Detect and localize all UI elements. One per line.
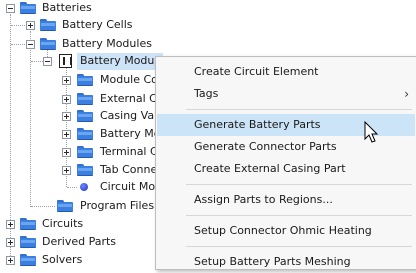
tree-item-label: Tab Conne bbox=[100, 163, 158, 176]
tree-item-module-component[interactable]: Module Co bbox=[0, 71, 158, 89]
menu-item-setup-connector-ohmic-heating[interactable]: Setup Connector Ohmic Heating bbox=[157, 220, 415, 242]
folder-icon bbox=[57, 200, 73, 212]
tree-item-program-files[interactable]: Program Files bbox=[0, 197, 155, 215]
menu-item-create-external-casing-part[interactable]: Create External Casing Part bbox=[157, 158, 415, 180]
circuit-model-icon bbox=[80, 183, 88, 191]
tree-item-label: Battery Mo bbox=[100, 127, 161, 140]
tree-item-battery-module-child[interactable]: Battery Mo bbox=[0, 125, 160, 143]
expand-toggle-icon[interactable] bbox=[62, 130, 71, 139]
tree-item-label: Battery Modul bbox=[80, 54, 158, 67]
tree-guide-line bbox=[31, 206, 55, 207]
expand-toggle-icon[interactable] bbox=[6, 238, 15, 247]
menu-item-label: Create Circuit Element bbox=[194, 65, 319, 78]
expand-toggle-icon[interactable] bbox=[62, 148, 71, 157]
tree-item-label: Batteries bbox=[42, 1, 92, 14]
tree-item-label: Derived Parts bbox=[42, 235, 117, 248]
tree-item-terminal-connector[interactable]: Terminal C bbox=[0, 143, 158, 161]
mouse-cursor-icon bbox=[364, 121, 379, 143]
menu-item-label: Setup Connector Ohmic Heating bbox=[194, 224, 372, 237]
menu-item-label: Assign Parts to Regions... bbox=[194, 193, 333, 206]
menu-separator bbox=[186, 215, 412, 216]
battery-module-icon bbox=[59, 54, 72, 68]
tree-item-label: Battery Cells bbox=[62, 18, 133, 31]
tree-item-battery-modules[interactable]: Battery Modules bbox=[0, 35, 160, 53]
folder-icon bbox=[77, 146, 93, 158]
tree-item-battery-cells[interactable]: Battery Cells bbox=[0, 16, 150, 34]
tree-item-label: Terminal C bbox=[100, 145, 158, 158]
menu-separator bbox=[186, 109, 412, 110]
tree-item-external-casing[interactable]: External Ca bbox=[0, 90, 164, 108]
tree-item-label: Program Files bbox=[80, 199, 155, 212]
menu-item-label: Setup Battery Parts Meshing bbox=[194, 255, 351, 268]
expand-toggle-icon[interactable] bbox=[26, 21, 35, 30]
tree-item-solvers[interactable]: Solvers bbox=[0, 251, 150, 269]
expand-toggle-icon[interactable] bbox=[62, 76, 71, 85]
folder-icon bbox=[77, 93, 93, 105]
tree-guide-line bbox=[67, 187, 77, 188]
menu-item-label: Tags bbox=[194, 87, 219, 100]
collapse-toggle-icon[interactable] bbox=[6, 4, 15, 13]
tree-item-label: Battery Modules bbox=[62, 37, 152, 50]
tree-item-label: Solvers bbox=[42, 253, 83, 266]
tree-item-battery-module[interactable]: Battery Modul bbox=[0, 52, 165, 70]
expand-toggle-icon[interactable] bbox=[6, 220, 15, 229]
folder-icon bbox=[20, 2, 36, 14]
tree-item-tab-connector[interactable]: Tab Conne bbox=[0, 161, 158, 179]
folder-icon bbox=[77, 164, 93, 176]
tree-guide-line bbox=[11, 44, 25, 45]
tree-item-batteries[interactable]: Batteries bbox=[0, 0, 150, 17]
tree-item-label: Casing Val bbox=[100, 109, 158, 122]
folder-icon bbox=[77, 110, 93, 122]
folder-icon bbox=[40, 19, 56, 31]
tree-item-circuit-model[interactable]: Circuit Mo bbox=[0, 178, 155, 196]
context-menu: Create Circuit Element Tags › Generate B… bbox=[155, 56, 416, 270]
folder-icon bbox=[20, 254, 36, 266]
chevron-right-icon: › bbox=[404, 87, 409, 101]
folder-icon bbox=[20, 218, 36, 230]
tree-item-circuits[interactable]: Circuits bbox=[0, 215, 150, 233]
tree-item-casing-valve[interactable]: Casing Val bbox=[0, 107, 158, 125]
menu-item-label: Create External Casing Part bbox=[194, 162, 346, 175]
collapse-toggle-icon[interactable] bbox=[43, 57, 52, 66]
menu-separator bbox=[186, 246, 412, 247]
folder-icon bbox=[77, 74, 93, 86]
menu-item-tags[interactable]: Tags › bbox=[157, 83, 415, 105]
expand-toggle-icon[interactable] bbox=[62, 95, 71, 104]
folder-icon bbox=[20, 236, 36, 248]
tree-item-derived-parts[interactable]: Derived Parts bbox=[0, 233, 150, 251]
tree-guide-line bbox=[11, 25, 25, 26]
tree-item-label: Module Co bbox=[100, 73, 158, 86]
tree-item-label: Circuits bbox=[42, 217, 84, 230]
menu-item-label: Generate Connector Parts bbox=[194, 140, 337, 153]
expand-toggle-icon[interactable] bbox=[62, 112, 71, 121]
folder-icon bbox=[40, 38, 56, 50]
tree-guide-line bbox=[31, 61, 43, 62]
expand-toggle-icon[interactable] bbox=[62, 166, 71, 175]
expand-toggle-icon[interactable] bbox=[6, 256, 15, 265]
menu-item-assign-parts-to-regions[interactable]: Assign Parts to Regions... bbox=[157, 189, 415, 211]
menu-item-create-circuit-element[interactable]: Create Circuit Element bbox=[157, 61, 415, 83]
collapse-toggle-icon[interactable] bbox=[26, 40, 35, 49]
tree-item-label: Circuit Mo bbox=[100, 180, 156, 193]
menu-item-label: Generate Battery Parts bbox=[194, 118, 321, 131]
folder-icon bbox=[77, 128, 93, 140]
menu-separator bbox=[186, 184, 412, 185]
